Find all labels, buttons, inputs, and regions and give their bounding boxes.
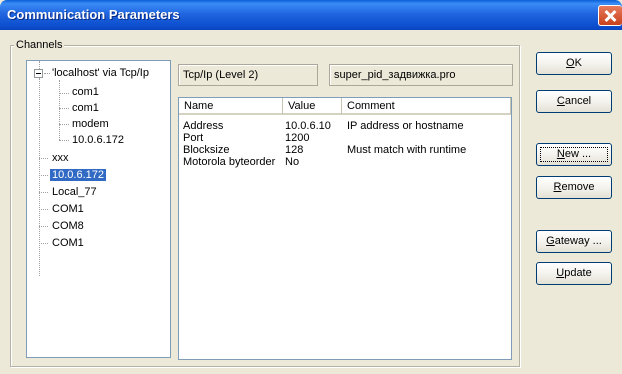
project-field: super_pid_задвижка.pro [329,64,513,86]
column-header-value[interactable]: Value [283,98,342,115]
cell-value[interactable]: 128 [285,144,303,156]
tree-item-channel[interactable]: xxx [50,151,71,166]
tree-item-channel[interactable]: COM1 [50,236,86,251]
gateway-button[interactable]: Gateway ... [536,230,612,253]
tree-line [39,175,48,176]
tree-item-child[interactable]: 10.0.6.172 [70,133,126,148]
remove-button[interactable]: Remove [536,176,612,199]
tree-item-channel-selected[interactable]: 10.0.6.172 [50,168,106,183]
cell-value[interactable]: No [285,156,299,168]
tree-item-child[interactable]: com1 [70,85,101,100]
cell-name[interactable]: Address [183,120,223,132]
channels-tree[interactable]: 'localhost' via Tcp/Ip com1 com1 modem 1… [26,60,171,358]
tree-line [59,80,60,140]
cell-comment[interactable]: IP address or hostname [347,120,464,132]
cell-value[interactable]: 10.0.6.10 [285,120,331,132]
cell-comment[interactable]: Must match with runtime [347,144,466,156]
tree-item-child[interactable]: modem [70,117,111,132]
new-button[interactable]: New ... [536,143,612,166]
driver-field: Tcp/Ip (Level 2) [178,64,318,86]
tree-line [59,140,69,141]
tree-line [39,78,40,276]
column-header-comment[interactable]: Comment [342,98,511,115]
collapse-icon[interactable] [34,69,43,78]
tree-item-channel[interactable]: Local_77 [50,185,99,200]
tree-line [39,192,48,193]
column-header-name[interactable]: Name [179,98,283,115]
channels-group-label: Channels [14,39,65,51]
parameters-table[interactable]: Name Value Comment Address 10.0.6.10 IP … [178,97,512,360]
ok-button[interactable]: OK [536,52,612,75]
tree-line [59,108,69,109]
window-title: Communication Parameters [7,7,180,22]
cancel-button[interactable]: Cancel [536,90,612,113]
title-bar[interactable]: Communication Parameters [0,0,622,30]
tree-line [39,226,48,227]
cell-value[interactable]: 1200 [285,132,309,144]
tree-item-child[interactable]: com1 [70,101,101,116]
tree-line [59,93,69,94]
cell-name[interactable]: Motorola byteorder [183,156,275,168]
tree-line [39,61,40,69]
tree-line [39,209,48,210]
tree-line [59,124,69,125]
tree-item-channel[interactable]: COM8 [50,219,86,234]
tree-line [39,158,48,159]
cell-name[interactable]: Blocksize [183,144,229,156]
tree-line [39,243,48,244]
tree-item-channel[interactable]: COM1 [50,202,86,217]
update-button[interactable]: Update [536,262,612,285]
close-icon[interactable] [598,5,622,26]
cell-name[interactable]: Port [183,132,203,144]
tree-item-localhost[interactable]: 'localhost' via Tcp/Ip [50,66,151,81]
